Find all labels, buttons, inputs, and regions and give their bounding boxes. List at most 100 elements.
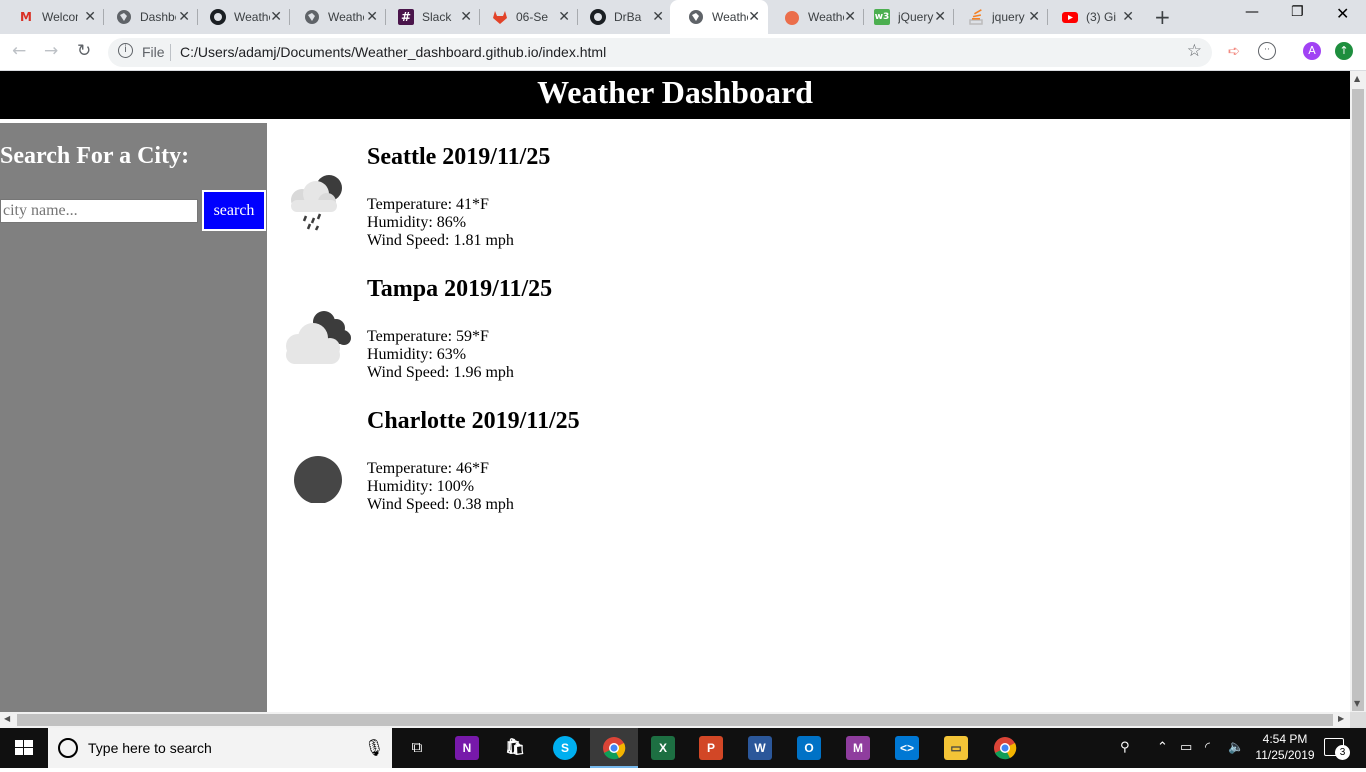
volume-icon[interactable]: 🔈 (1228, 740, 1244, 755)
search-button[interactable]: search (202, 190, 266, 231)
restore-button[interactable]: ❐ (1291, 4, 1304, 20)
tab-weather-github[interactable]: Weather ✕ (192, 0, 290, 34)
back-button[interactable]: ← (12, 41, 26, 61)
city-card-tampa: Tampa 2019/11/25 Temperature: 59*F Humid… (280, 276, 880, 401)
close-window-button[interactable]: ✕ (1336, 4, 1349, 23)
clear-night-icon (294, 456, 342, 503)
reload-button[interactable]: ↻ (77, 41, 91, 61)
people-icon[interactable]: ⚲ (1120, 740, 1130, 755)
system-clock[interactable]: 4:54 PM 11/25/2019 (1252, 731, 1318, 763)
info-icon[interactable]: i (118, 43, 133, 58)
temperature-text: Temperature: 59*F (367, 328, 489, 345)
globe-icon (116, 9, 132, 25)
battery-icon[interactable]: ▭ (1180, 740, 1192, 755)
tab-jquery-w3[interactable]: w3 jQuery ✕ (856, 0, 954, 34)
scroll-down-icon[interactable]: ▼ (1354, 699, 1360, 708)
wind-speed-text: Wind Speed: 0.38 mph (367, 496, 514, 513)
close-tab-icon[interactable]: ✕ (1122, 9, 1134, 25)
tab-slack[interactable]: # Slack ✕ (380, 0, 480, 34)
page-viewport: Weather Dashboard Search For a City: sea… (0, 71, 1350, 712)
scroll-thumb[interactable] (1352, 89, 1364, 711)
wind-speed-text: Wind Speed: 1.81 mph (367, 232, 514, 249)
windows-taskbar: Type here to search 🎙 ⧉ N 🛍 S X P W O M … (0, 728, 1366, 768)
new-tab-button[interactable]: + (1154, 5, 1171, 29)
scroll-corner (1350, 712, 1366, 728)
close-tab-icon[interactable]: ✕ (844, 9, 856, 25)
city-card-seattle: Seattle 2019/11/25 Temperature: 41*F Hum… (280, 144, 880, 269)
tab-drba[interactable]: DrBa ✕ (572, 0, 672, 34)
youtube-icon (1062, 9, 1078, 25)
tab-gmail[interactable]: M Welcome ✕ (0, 0, 104, 34)
forward-button[interactable]: → (44, 41, 58, 61)
url-text[interactable]: C:/Users/adamj/Documents/Weather_dashboa… (180, 44, 606, 60)
weather-app-icon (784, 9, 800, 25)
app-m-icon[interactable]: M (846, 736, 870, 760)
chrome-icon[interactable] (602, 736, 626, 760)
powerpoint-icon[interactable]: P (699, 736, 723, 760)
gitlab-icon (492, 9, 508, 25)
page-title: Weather Dashboard (0, 71, 1350, 119)
taskbar-search[interactable]: Type here to search 🎙 (48, 728, 392, 768)
file-explorer-icon[interactable]: ▭ (944, 736, 968, 760)
github-icon (210, 9, 226, 25)
close-tab-icon[interactable]: ✕ (460, 9, 472, 25)
bookmark-star-icon[interactable]: ☆ (1187, 41, 1202, 61)
show-hidden-icons[interactable]: ⌃ (1157, 740, 1168, 755)
scheme-label: File (142, 44, 165, 60)
stackoverflow-icon (968, 9, 984, 25)
skype-icon[interactable]: S (553, 736, 577, 760)
scroll-left-icon[interactable]: ◀ (4, 714, 10, 723)
close-tab-icon[interactable]: ✕ (748, 9, 760, 25)
close-tab-icon[interactable]: ✕ (1028, 9, 1040, 25)
tab-gitlab[interactable]: 06-Se ✕ (474, 0, 578, 34)
tab-youtube[interactable]: (3) Gi ✕ (1044, 0, 1142, 34)
word-icon[interactable]: W (748, 736, 772, 760)
close-tab-icon[interactable]: ✕ (178, 9, 190, 25)
notification-count-badge: 3 (1335, 745, 1350, 760)
close-tab-icon[interactable]: ✕ (270, 9, 282, 25)
close-tab-icon[interactable]: ✕ (652, 9, 664, 25)
update-icon[interactable]: ↑ (1335, 42, 1353, 60)
minimize-button[interactable]: — (1245, 4, 1259, 20)
scroll-thumb[interactable] (17, 714, 1333, 726)
close-tab-icon[interactable]: ✕ (558, 9, 570, 25)
chrome-icon[interactable] (993, 736, 1017, 760)
globe-icon (688, 9, 704, 25)
vertical-scrollbar[interactable]: ▲ ▼ (1350, 71, 1366, 712)
excel-icon[interactable]: X (651, 736, 675, 760)
extension-icon[interactable]: ➪ (1225, 42, 1243, 60)
city-title: Tampa 2019/11/25 (367, 276, 553, 302)
start-button[interactable] (0, 728, 48, 768)
temperature-text: Temperature: 46*F (367, 460, 489, 477)
store-icon[interactable]: 🛍 (503, 736, 527, 760)
horizontal-scrollbar[interactable]: ◀ ▶ (0, 712, 1350, 728)
windows-logo-icon (15, 740, 33, 755)
tab-weather-app[interactable]: Weather ✕ (766, 0, 864, 34)
extension-icon[interactable]: ·· (1258, 42, 1276, 60)
scroll-right-icon[interactable]: ▶ (1338, 714, 1344, 723)
close-tab-icon[interactable]: ✕ (934, 9, 946, 25)
task-view-icon[interactable]: ⧉ (405, 736, 429, 760)
address-bar[interactable]: i File C:/Users/adamj/Documents/Weather_… (108, 38, 1212, 67)
w3schools-icon: w3 (874, 9, 890, 25)
search-sidebar: Search For a City: search (0, 123, 267, 712)
scroll-up-icon[interactable]: ▲ (1354, 74, 1360, 83)
onenote-icon[interactable]: N (455, 736, 479, 760)
profile-avatar[interactable]: A (1303, 42, 1321, 60)
microphone-icon[interactable]: 🎙 (364, 738, 384, 757)
broken-clouds-icon (286, 311, 351, 364)
tab-jquery-so[interactable]: jquery ✕ (950, 0, 1048, 34)
tab-weather-2[interactable]: Weather ✕ (286, 0, 386, 34)
close-tab-icon[interactable]: ✕ (366, 9, 378, 25)
tab-dashboard[interactable]: Dashboard ✕ (98, 0, 198, 34)
vscode-icon[interactable]: <> (895, 736, 919, 760)
city-search-input[interactable] (0, 199, 198, 223)
rain-cloud-night-icon (291, 175, 342, 231)
divider (170, 44, 171, 61)
wifi-icon[interactable]: ◜ (1205, 740, 1210, 755)
city-title: Seattle 2019/11/25 (367, 144, 551, 170)
tab-weather-active[interactable]: Weather ✕ (670, 0, 768, 34)
outlook-icon[interactable]: O (797, 736, 821, 760)
close-tab-icon[interactable]: ✕ (84, 9, 96, 25)
action-center-icon[interactable]: 3 (1324, 738, 1350, 760)
